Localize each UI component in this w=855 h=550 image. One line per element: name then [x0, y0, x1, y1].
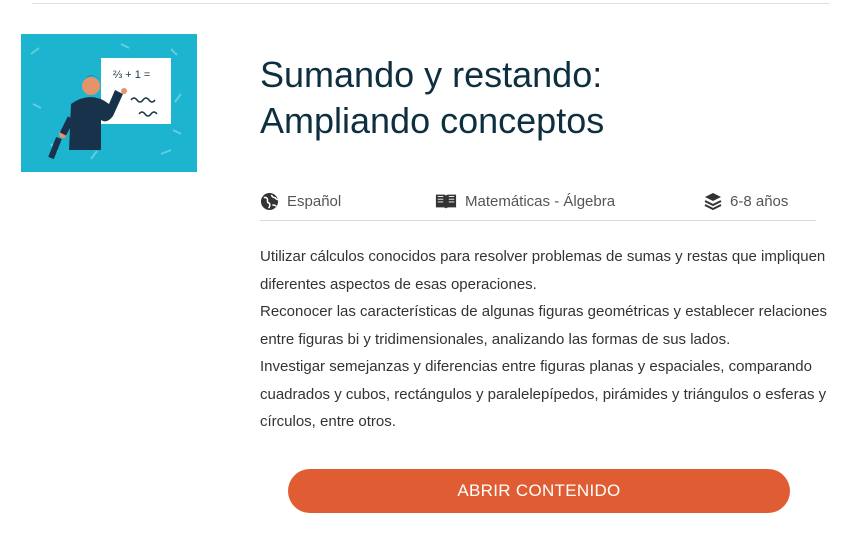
svg-text:⅔ + 1 =: ⅔ + 1 = — [113, 69, 150, 81]
course-title: Sumando y restando: Ampliando conceptos — [260, 52, 820, 144]
meta-language-label: Español — [287, 193, 342, 210]
description-paragraph: Investigar semejanzas y diferencias entr… — [260, 358, 827, 430]
teacher-illustration: ⅔ + 1 = — [30, 43, 182, 160]
meta-age-label: 6-8 años — [730, 192, 789, 210]
top-divider — [32, 0, 830, 4]
course-meta-bar: Español Matemáticas - Álgebra 6-8 años — [260, 188, 816, 221]
meta-subject-label: Matemáticas - Álgebra — [465, 192, 616, 210]
course-title-line-1: Sumando y restando: — [260, 54, 603, 95]
open-content-button[interactable]: ABRIR CONTENIDO — [288, 469, 790, 513]
globe-icon — [260, 192, 279, 211]
book-icon — [435, 194, 457, 209]
meta-age: 6-8 años — [704, 192, 788, 210]
layers-icon — [704, 193, 722, 210]
description-paragraph: Reconocer las características de algunas… — [260, 303, 827, 348]
course-title-line-2: Ampliando conceptos — [260, 100, 605, 141]
course-thumbnail: ⅔ + 1 = — [21, 34, 197, 172]
meta-language: Español — [260, 192, 341, 211]
meta-subject: Matemáticas - Álgebra — [435, 192, 615, 210]
description-paragraph: Utilizar cálculos conocidos para resolve… — [260, 248, 826, 293]
course-description: Utilizar cálculos conocidos para resolve… — [260, 243, 830, 436]
